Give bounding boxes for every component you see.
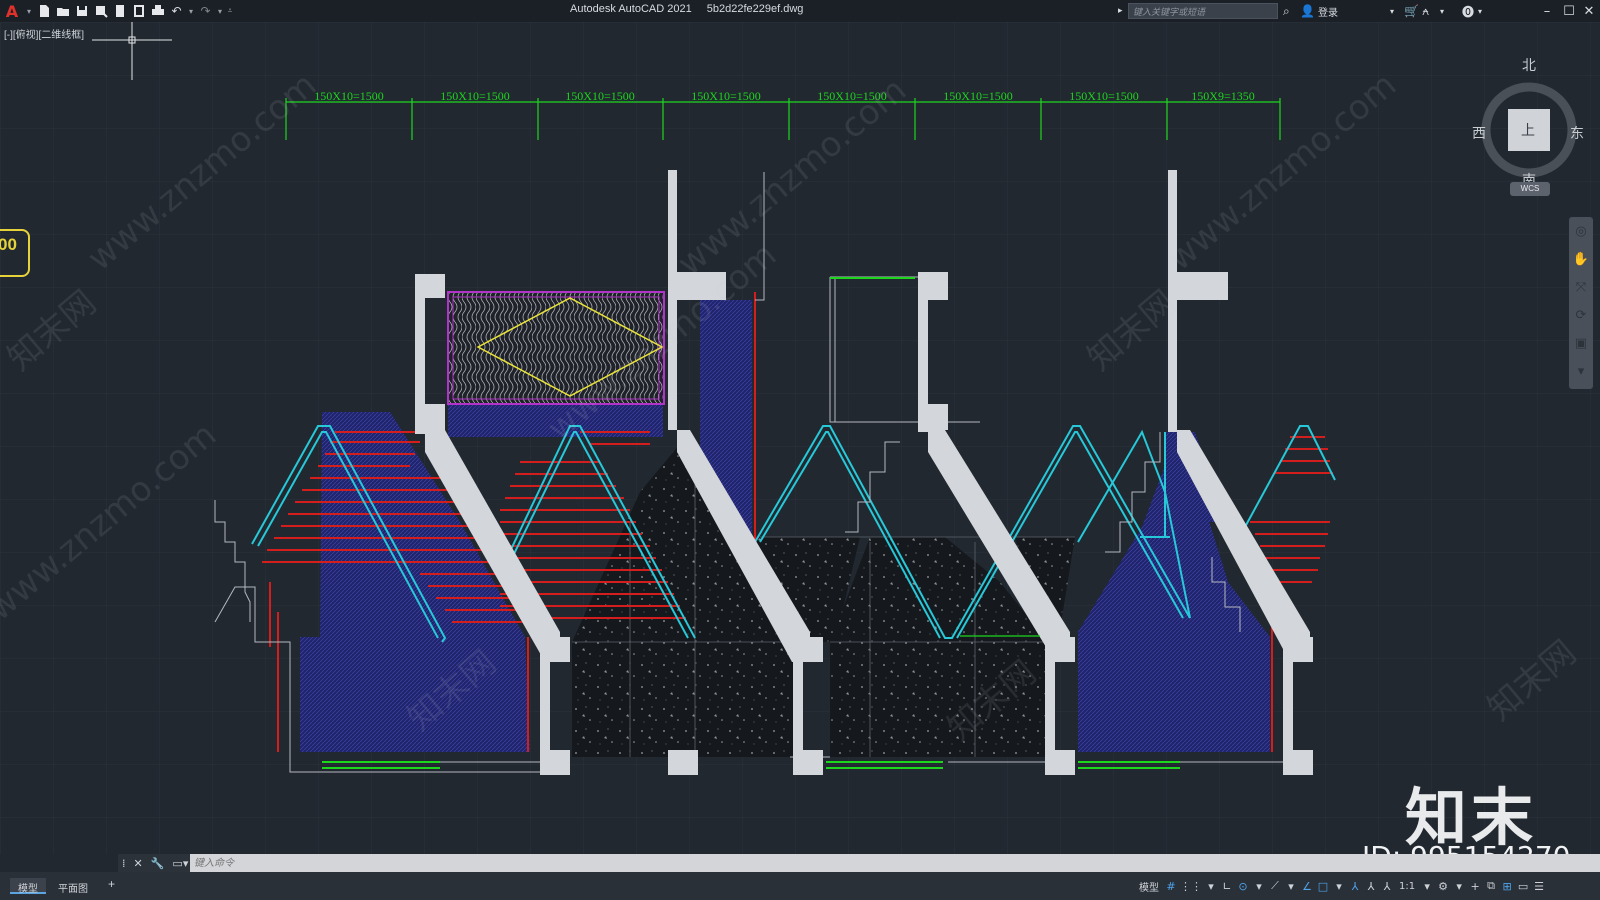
grid-icon[interactable]: # <box>1163 876 1179 896</box>
redo-icon[interactable]: ↷ <box>196 0 215 22</box>
dimension-text: 150X10=1500 <box>1069 89 1138 103</box>
isodraft-icon[interactable]: ⟋ <box>1267 876 1283 896</box>
autocad-window: A ▾ ↶ ▾ ↷ ▾ ⩡ Autodesk AutoCAD 2021 5b2d… <box>0 0 1600 900</box>
compass-west[interactable]: 西 <box>1472 123 1486 143</box>
quick-properties-icon[interactable]: ⊞ <box>1499 876 1515 896</box>
clean-screen-icon[interactable]: ▭ <box>1515 876 1531 896</box>
workspace-dropdown-icon[interactable]: ▾ <box>1451 876 1467 896</box>
user-icon: 👤 <box>1300 4 1315 18</box>
user-login-button[interactable]: 👤 登录 <box>1300 2 1338 20</box>
viewcube-face-top[interactable]: 上 <box>1521 120 1535 140</box>
app-menu-dropdown-icon[interactable]: ▾ <box>24 0 34 22</box>
open-folder-icon[interactable] <box>53 0 72 22</box>
redo-dropdown-icon[interactable]: ▾ <box>215 0 225 22</box>
object-snap-dropdown-icon[interactable]: ▾ <box>1331 876 1347 896</box>
wcs-menu-button[interactable]: WCS <box>1510 182 1550 196</box>
navbar-menu-icon[interactable]: ▾ <box>1569 357 1593 385</box>
plot-preview-icon[interactable] <box>129 0 148 22</box>
compass-north[interactable]: 北 <box>1522 55 1536 75</box>
watermark-id: ID: 995154270 <box>1362 840 1570 854</box>
undo-dropdown-icon[interactable]: ▾ <box>186 0 196 22</box>
annotation-scale-icon[interactable]: ⅄ <box>1379 876 1395 896</box>
pan-icon[interactable]: ✋ <box>1569 245 1593 273</box>
add-layout-button[interactable]: + <box>100 875 123 891</box>
compass-east[interactable]: 东 <box>1570 123 1584 143</box>
expand-arrow-icon[interactable]: ▸ <box>1118 2 1123 20</box>
cart-icon[interactable]: 🛒 <box>1404 2 1419 20</box>
snap-dropdown-icon[interactable]: ▾ <box>1203 876 1219 896</box>
dimension-text: 150X10=1500 <box>943 89 1012 103</box>
new-file-icon[interactable] <box>34 0 53 22</box>
window-title: Autodesk AutoCAD 2021 5b2d22fe229ef.dwg <box>570 3 815 15</box>
search-input[interactable]: 键入关键字或短语 <box>1128 3 1278 19</box>
customize-wrench-icon[interactable]: 🔧 <box>147 857 169 870</box>
command-input[interactable] <box>190 854 1430 872</box>
search-icon[interactable]: ⌕ <box>1283 2 1290 20</box>
file-name: 5b2d22fe229ef.dwg <box>706 3 804 15</box>
polar-dropdown-icon[interactable]: ▾ <box>1251 876 1267 896</box>
close-icon[interactable]: ✕ <box>1578 0 1600 22</box>
command-line-tools: ⁞ ✕ 🔧 ▭▾ <box>118 854 190 872</box>
steering-wheel-icon[interactable]: ◎ <box>1569 217 1593 245</box>
grip-handle-icon[interactable]: ⁞ <box>118 857 130 870</box>
isodraft-dropdown-icon[interactable]: ▾ <box>1283 876 1299 896</box>
dimension-text: 150X10=1500 <box>565 89 634 103</box>
autodesk-app-icon[interactable]: ⍲ <box>1422 2 1429 20</box>
dimension-text: 150X10=1500 <box>314 89 383 103</box>
autocad-logo-icon[interactable]: A <box>0 0 24 22</box>
login-label: 登录 <box>1317 7 1338 19</box>
object-snap-icon[interactable]: □ <box>1315 876 1331 896</box>
dimension-text: 150X10=1500 <box>440 89 509 103</box>
showmotion-icon[interactable]: ▣ <box>1569 329 1593 357</box>
print-icon[interactable] <box>148 0 167 22</box>
app-dropdown-icon[interactable]: ▾ <box>1440 2 1444 20</box>
maximize-icon[interactable]: ☐ <box>1558 0 1580 22</box>
status-bar: 模型 平面图 + 模型 # ⋮⋮ ▾ ∟ ⊙ ▾ ⟋ ▾ ∠ □ ▾ ⅄ ⅄ ⅄… <box>0 872 1600 900</box>
drawing-viewport[interactable]: 150X10=1500 150X10=1500 150X10=1500 150X… <box>0 22 1600 854</box>
units-icon[interactable]: ⧉ <box>1483 876 1499 896</box>
snap-icon[interactable]: ⋮⋮ <box>1179 876 1203 896</box>
recent-commands-icon[interactable]: ▭▾ <box>168 857 192 870</box>
customization-menu-icon[interactable]: ☰ <box>1531 876 1547 896</box>
dimension-text: 150X9=1350 <box>1191 89 1254 103</box>
save-as-icon[interactable] <box>91 0 110 22</box>
save-icon[interactable] <box>72 0 91 22</box>
annotation-scale-value[interactable]: 1:1 <box>1395 876 1419 896</box>
tab-layout[interactable]: 平面图 <box>50 878 96 895</box>
zoom-extents-icon[interactable]: ⤧ <box>1569 273 1593 301</box>
polar-tracking-icon[interactable]: ⊙ <box>1235 876 1251 896</box>
customize-toolbar-icon[interactable]: ⩡ <box>225 0 235 22</box>
workspace-gear-icon[interactable]: ⚙ <box>1435 876 1451 896</box>
navigation-bar: ◎ ✋ ⤧ ⟳ ▣ ▾ <box>1569 217 1593 389</box>
ortho-icon[interactable]: ∟ <box>1219 876 1235 896</box>
minimize-icon[interactable]: – <box>1536 0 1558 22</box>
callout-tag: 00 <box>0 229 30 277</box>
viewport-controls-label[interactable]: [-][俯视][二维线框] <box>4 26 84 41</box>
app-title: Autodesk AutoCAD 2021 <box>570 3 692 15</box>
login-dropdown-icon[interactable]: ▾ <box>1390 2 1394 20</box>
help-dropdown-icon[interactable]: ▾ <box>1478 2 1482 20</box>
publish-icon[interactable] <box>110 0 129 22</box>
orbit-icon[interactable]: ⟳ <box>1569 301 1593 329</box>
dimension-text: 150X10=1500 <box>691 89 760 103</box>
cad-drawing[interactable]: 150X10=1500 150X10=1500 150X10=1500 150X… <box>0 22 1600 854</box>
model-space-toggle[interactable]: 模型 <box>1135 876 1163 896</box>
annotation-visibility-icon[interactable]: ⅄ <box>1347 876 1363 896</box>
status-tools: 模型 # ⋮⋮ ▾ ∟ ⊙ ▾ ⟋ ▾ ∠ □ ▾ ⅄ ⅄ ⅄ 1:1 ▾ ⚙ … <box>1135 876 1547 896</box>
tab-model[interactable]: 模型 <box>10 878 46 895</box>
title-bar: A ▾ ↶ ▾ ↷ ▾ ⩡ Autodesk AutoCAD 2021 5b2d… <box>0 0 1600 22</box>
auto-scale-icon[interactable]: ⅄ <box>1363 876 1379 896</box>
help-icon[interactable]: ⓿ <box>1462 2 1474 20</box>
close-command-line-icon[interactable]: ✕ <box>130 857 147 870</box>
viewcube[interactable]: 北 南 东 西 上 <box>1472 55 1584 189</box>
object-snap-tracking-icon[interactable]: ∠ <box>1299 876 1315 896</box>
scale-dropdown-icon[interactable]: ▾ <box>1419 876 1435 896</box>
annotation-monitor-icon[interactable]: + <box>1467 876 1483 896</box>
undo-icon[interactable]: ↶ <box>167 0 186 22</box>
